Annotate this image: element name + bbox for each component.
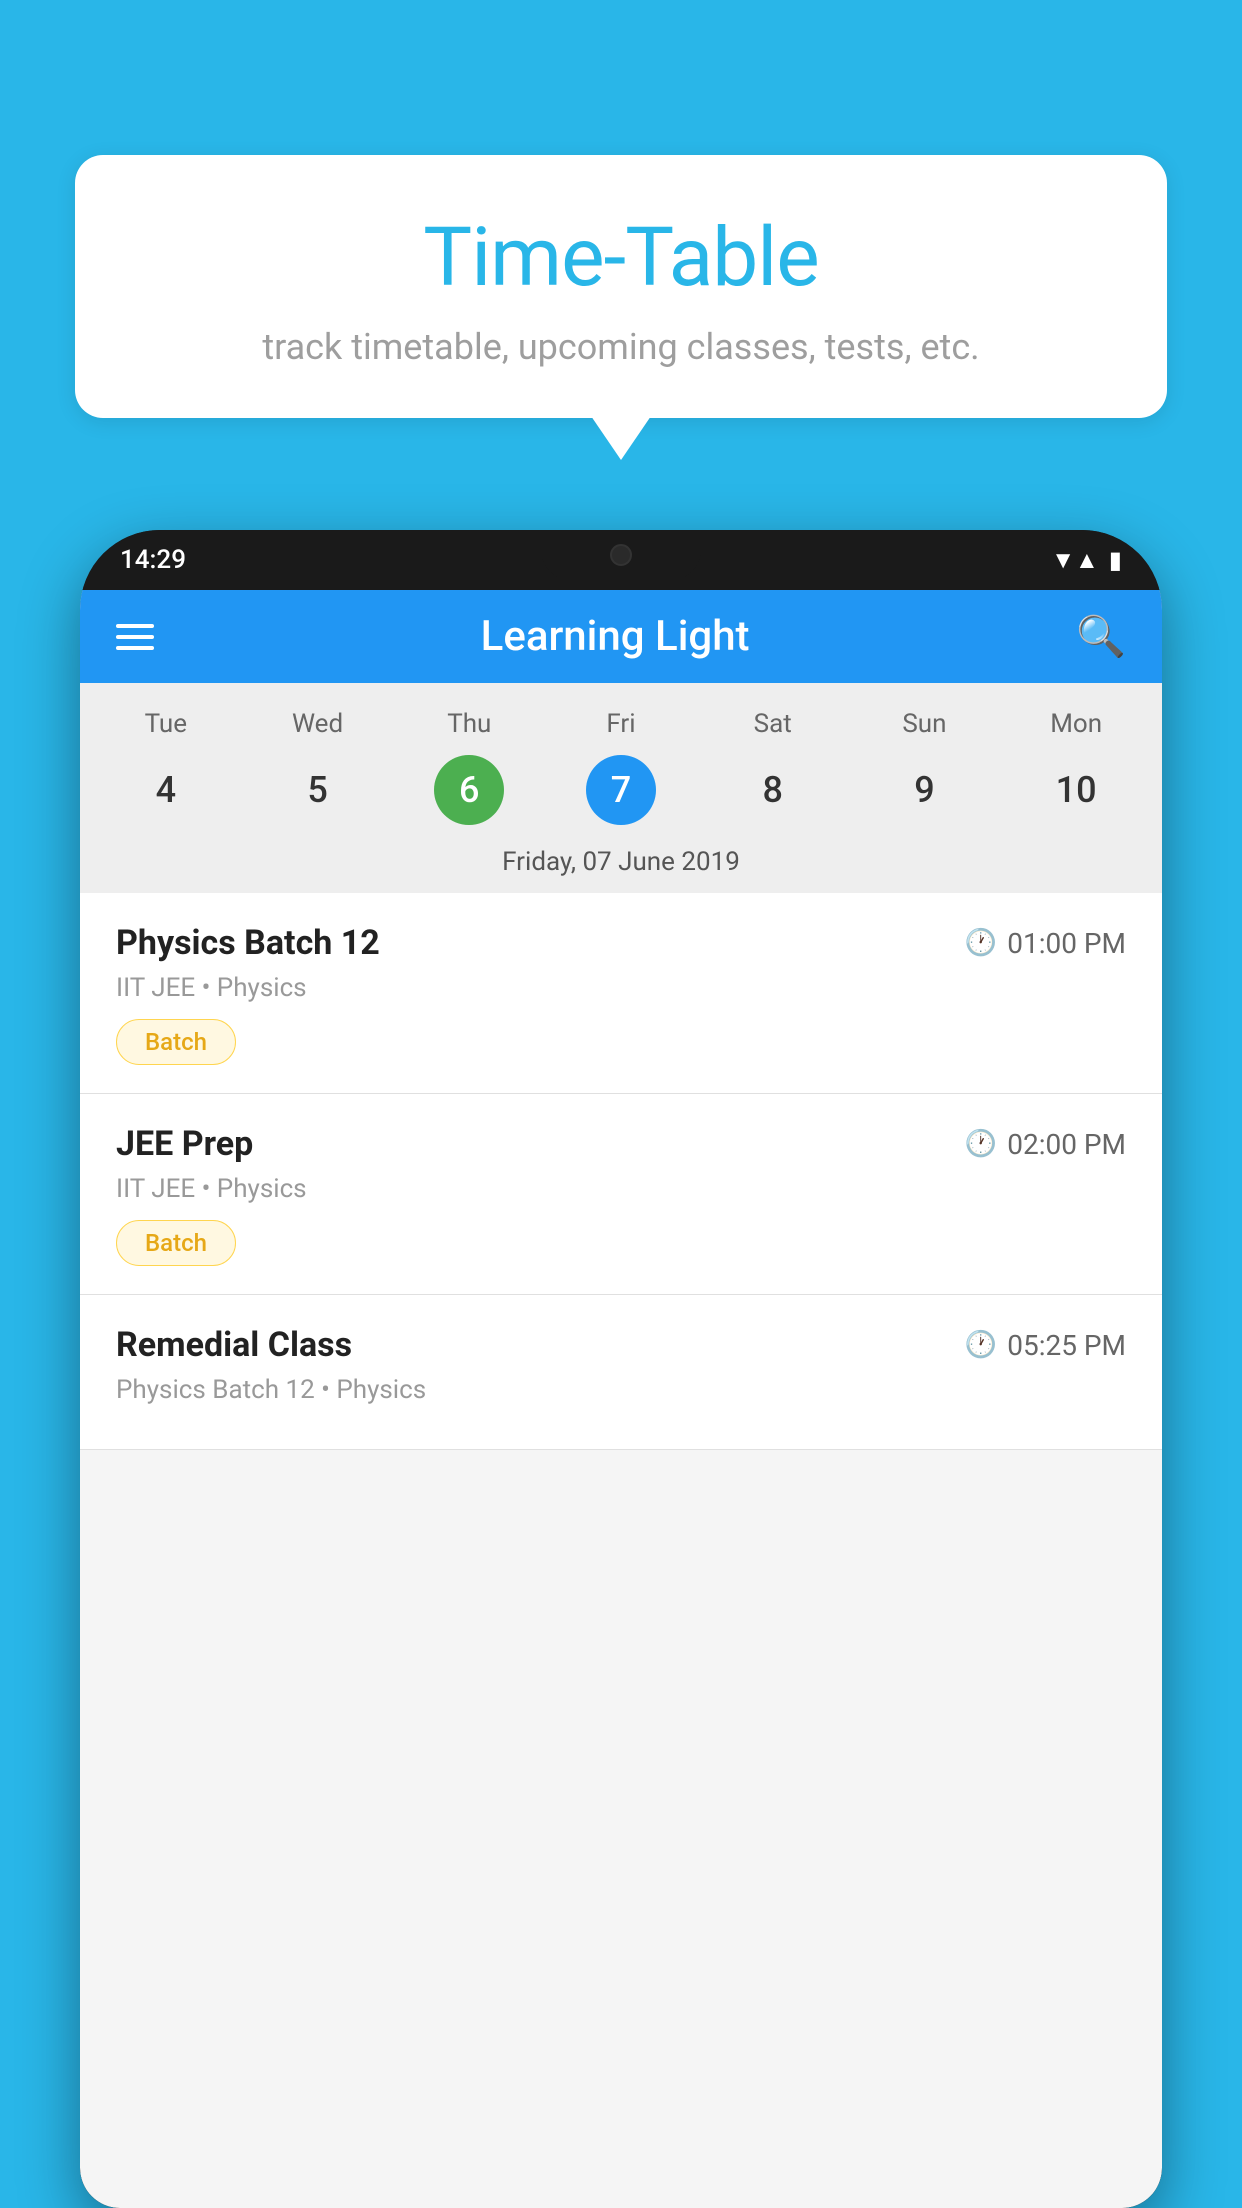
status-icons: ▼▲ ▮ [1051, 546, 1122, 575]
app-header: Learning Light 🔍 [80, 590, 1162, 683]
status-time: 14:29 [120, 545, 186, 575]
date-5[interactable]: 5 [283, 755, 353, 825]
class-meta-1: IIT JEE • Physics [116, 973, 1126, 1003]
class-card-remedial[interactable]: Remedial Class 🕐 05:25 PM Physics Batch … [80, 1295, 1162, 1450]
phone-notch [541, 530, 701, 580]
search-icon[interactable]: 🔍 [1076, 613, 1126, 660]
class-time-1: 🕐 01:00 PM [965, 927, 1126, 960]
day-header-wed: Wed [242, 701, 394, 747]
battery-icon: ▮ [1109, 546, 1122, 574]
classes-list: Physics Batch 12 🕐 01:00 PM IIT JEE • Ph… [80, 893, 1162, 1450]
date-4[interactable]: 4 [131, 755, 201, 825]
class-name-2: JEE Prep [116, 1124, 253, 1164]
date-9[interactable]: 9 [889, 755, 959, 825]
speech-bubble: Time-Table track timetable, upcoming cla… [75, 155, 1167, 418]
batch-tag-1: Batch [116, 1019, 236, 1065]
camera-dot [610, 544, 632, 566]
day-header-tue: Tue [90, 701, 242, 747]
clock-icon-3: 🕐 [965, 1330, 997, 1360]
class-card-header-1: Physics Batch 12 🕐 01:00 PM [116, 923, 1126, 963]
bubble-subtitle: track timetable, upcoming classes, tests… [135, 326, 1107, 368]
class-card-header-3: Remedial Class 🕐 05:25 PM [116, 1325, 1126, 1365]
bubble-title: Time-Table [135, 210, 1107, 306]
day-dates: 4 5 6 7 8 9 10 [80, 747, 1162, 835]
class-time-3: 🕐 05:25 PM [965, 1329, 1126, 1362]
wifi-icon: ▼▲ [1051, 546, 1099, 575]
day-header-mon: Mon [1000, 701, 1152, 747]
speech-bubble-container: Time-Table track timetable, upcoming cla… [75, 155, 1167, 418]
hamburger-menu-icon[interactable] [116, 624, 154, 650]
clock-icon-2: 🕐 [965, 1129, 997, 1159]
status-bar: 14:29 ▼▲ ▮ [80, 530, 1162, 590]
class-name-1: Physics Batch 12 [116, 923, 380, 963]
class-card-physics-batch-12[interactable]: Physics Batch 12 🕐 01:00 PM IIT JEE • Ph… [80, 893, 1162, 1094]
class-card-jee-prep[interactable]: JEE Prep 🕐 02:00 PM IIT JEE • Physics Ba… [80, 1094, 1162, 1295]
day-header-thu: Thu [393, 701, 545, 747]
clock-icon-1: 🕐 [965, 928, 997, 958]
day-header-fri: Fri [545, 701, 697, 747]
phone-frame: 14:29 ▼▲ ▮ Learning Light 🔍 Tue Wed Thu [80, 530, 1162, 2208]
date-6-today[interactable]: 6 [434, 755, 504, 825]
date-7-selected[interactable]: 7 [586, 755, 656, 825]
day-header-sat: Sat [697, 701, 849, 747]
class-card-header-2: JEE Prep 🕐 02:00 PM [116, 1124, 1126, 1164]
class-time-2: 🕐 02:00 PM [965, 1128, 1126, 1161]
day-header-sun: Sun [849, 701, 1001, 747]
calendar-strip: Tue Wed Thu Fri Sat Sun Mon 4 5 6 7 8 9 … [80, 683, 1162, 893]
app-title: Learning Light [481, 612, 750, 661]
date-10[interactable]: 10 [1041, 755, 1111, 825]
day-headers: Tue Wed Thu Fri Sat Sun Mon [80, 701, 1162, 747]
class-name-3: Remedial Class [116, 1325, 352, 1365]
class-meta-3: Physics Batch 12 • Physics [116, 1375, 1126, 1405]
class-meta-2: IIT JEE • Physics [116, 1174, 1126, 1204]
date-8[interactable]: 8 [738, 755, 808, 825]
app-screen: Learning Light 🔍 Tue Wed Thu Fri Sat Sun… [80, 590, 1162, 2208]
batch-tag-2: Batch [116, 1220, 236, 1266]
selected-date-label: Friday, 07 June 2019 [80, 835, 1162, 893]
